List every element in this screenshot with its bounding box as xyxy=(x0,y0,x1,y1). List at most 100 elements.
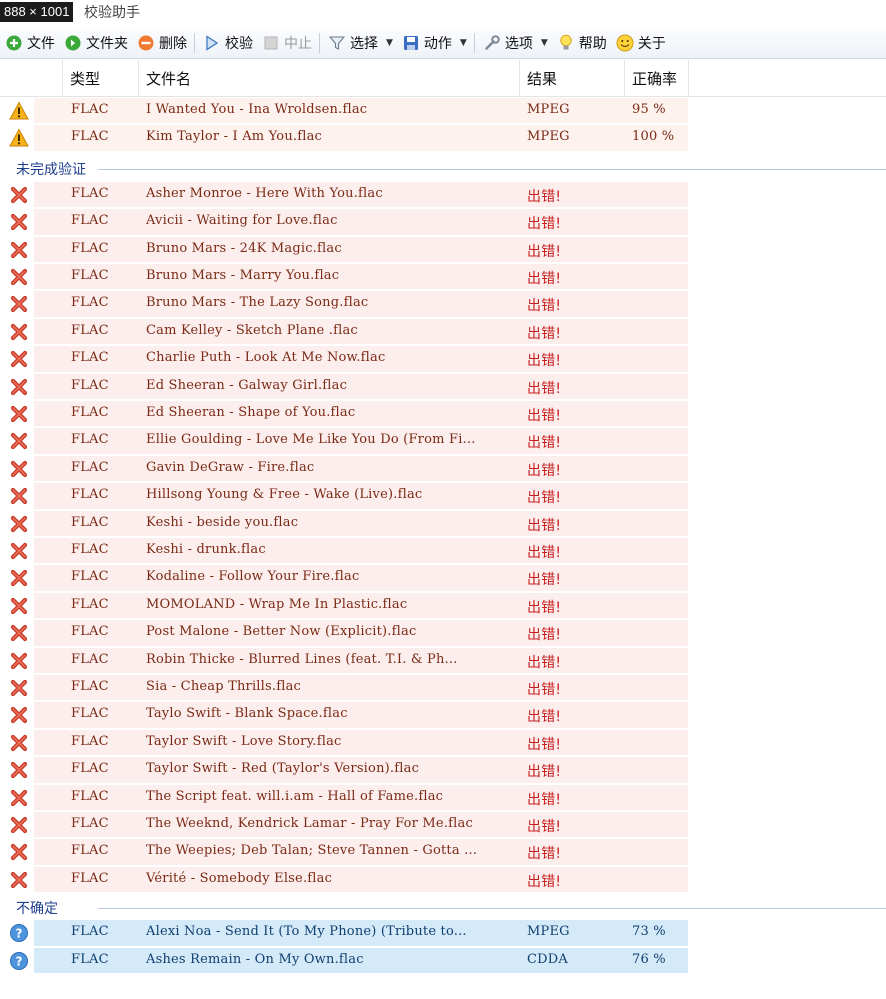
table-row[interactable]: FLAC Taylor Swift - Love Story.flac 出错! xyxy=(0,729,886,756)
row-highlight xyxy=(34,236,688,262)
table-row[interactable]: FLAC Avicii - Waiting for Love.flac 出错! xyxy=(0,208,886,235)
cell-type: FLAC xyxy=(71,569,109,585)
table-row[interactable]: FLAC Kim Taylor - I Am You.flac MPEG 100 % xyxy=(0,124,886,151)
table-row[interactable]: FLAC Taylor Swift - Red (Taylor's Version… xyxy=(0,756,886,783)
group-divider xyxy=(98,168,886,170)
table-row[interactable]: FLAC MOMOLAND - Wrap Me In Plastic.flac 出错… xyxy=(0,592,886,619)
help-button[interactable]: 帮助 xyxy=(553,30,611,56)
table-row[interactable]: FLAC Taylo Swift - Blank Space.flac 出错! xyxy=(0,701,886,728)
table-row[interactable]: FLAC Bruno Mars - 24K Magic.flac 出错! xyxy=(0,236,886,263)
row-highlight xyxy=(34,209,688,235)
about-button[interactable]: 关于 xyxy=(612,30,670,56)
error-x-icon xyxy=(9,240,29,260)
cell-result: MPEG xyxy=(527,102,570,117)
error-x-icon xyxy=(9,185,29,205)
delete-button[interactable]: 删除 xyxy=(133,30,191,56)
table-row[interactable]: FLAC Ellie Goulding - Love Me Like You Do… xyxy=(0,427,886,454)
table-row[interactable]: FLAC Ed Sheeran - Shape of You.flac 出错! xyxy=(0,400,886,427)
row-highlight xyxy=(34,565,688,591)
action-label: 动作 xyxy=(423,36,452,52)
cell-filename: Bruno Mars - Marry You.flac xyxy=(146,268,340,283)
table-row[interactable]: FLAC Sia - Cheap Thrills.flac 出错! xyxy=(0,674,886,701)
cell-filename: MOMOLAND - Wrap Me In Plastic.flac xyxy=(146,596,408,612)
about-label: 关于 xyxy=(637,36,666,52)
cell-type: FLAC xyxy=(71,295,109,311)
table-row[interactable]: FLAC Keshi - beside you.flac 出错! xyxy=(0,510,886,537)
size-badge: 888 × 1001 xyxy=(0,2,74,22)
cell-type: FLAC xyxy=(71,322,109,338)
cell-filename: Charlie Puth - Look At Me Now.flac xyxy=(146,350,386,366)
cell-result: 出错! xyxy=(527,380,562,397)
error-x-icon xyxy=(9,322,29,342)
cell-type: FLAC xyxy=(71,432,109,448)
error-x-icon xyxy=(9,514,29,534)
chevron-down-icon: ▼ xyxy=(540,38,548,48)
table-row[interactable]: FLAC Cam Kelley - Sketch Plane .flac 出错! xyxy=(0,318,886,345)
table-row[interactable]: FLAC Vérité - Somebody Else.flac 出错! xyxy=(0,866,886,893)
table-row[interactable]: ? FLAC Ashes Remain - On My Own.flac CDDA 76… xyxy=(0,947,886,974)
table-row[interactable]: FLAC Kodaline - Follow Your Fire.flac 出错! xyxy=(0,564,886,591)
table-row[interactable]: FLAC Asher Monroe - Here With You.flac 出错! xyxy=(0,181,886,208)
error-x-icon xyxy=(9,294,29,314)
select-dropdown[interactable]: 选择 ▼ xyxy=(324,30,397,56)
svg-text:?: ? xyxy=(16,927,23,941)
table-row[interactable]: FLAC Gavin DeGraw - Fire.flac 出错! xyxy=(0,455,886,482)
folder-button[interactable]: 文件夹 xyxy=(60,30,132,56)
table-row[interactable]: FLAC The Weeknd, Kendrick Lamar - Pray Fo… xyxy=(0,811,886,838)
table-row[interactable]: FLAC The Script feat. will.i.am - Hall of… xyxy=(0,784,886,811)
delete-label: 删除 xyxy=(159,36,187,52)
table-row[interactable]: FLAC Hillsong Young & Free - Wake (Live).… xyxy=(0,482,886,509)
cell-filename: Taylor Swift - Red (Taylor's Version).fl… xyxy=(146,761,420,777)
error-x-icon xyxy=(9,212,29,232)
stop-label: 中止 xyxy=(284,36,312,52)
table-row[interactable]: FLAC The Weepies; Deb Talan; Steve Tannen… xyxy=(0,838,886,865)
column-header-result[interactable]: 结果 xyxy=(527,68,557,89)
header-divider xyxy=(62,60,63,96)
verify-button[interactable]: 校验 xyxy=(199,30,257,56)
row-highlight xyxy=(34,125,688,151)
cell-filename: Bruno Mars - The Lazy Song.flac xyxy=(146,295,369,311)
cell-filename: Ashes Remain - On My Own.flac xyxy=(146,951,364,967)
column-header-type[interactable]: 类型 xyxy=(70,68,100,89)
row-highlight xyxy=(34,264,688,290)
table-row[interactable]: FLAC Keshi - drunk.flac 出错! xyxy=(0,537,886,564)
column-header-filename[interactable]: 文件名 xyxy=(146,68,191,89)
cell-result: 出错! xyxy=(527,271,562,287)
file-label: 文件 xyxy=(27,36,55,52)
cell-filename: Alexi Noa - Send It (To My Phone) (Tribu… xyxy=(146,924,467,940)
column-header-accuracy[interactable]: 正确率 xyxy=(632,68,677,89)
action-dropdown[interactable]: 动作 ▼ xyxy=(398,30,471,56)
cell-type: FLAC xyxy=(71,129,109,145)
stop-button[interactable]: 中止 xyxy=(258,30,316,56)
table-row[interactable]: FLAC Bruno Mars - Marry You.flac 出错! xyxy=(0,263,886,290)
toolbar-separator xyxy=(319,33,320,53)
toolbar-separator xyxy=(194,33,195,53)
table-row[interactable]: FLAC Bruno Mars - The Lazy Song.flac 出错! xyxy=(0,290,886,317)
cell-result: 出错! xyxy=(527,627,562,644)
cell-accuracy: 76 % xyxy=(632,951,666,967)
cell-filename: I Wanted You - Ina Wroldsen.flac xyxy=(146,102,368,117)
app-title: 校验助手 xyxy=(84,5,140,21)
table-row[interactable]: FLAC Robin Thicke - Blurred Lines (feat. … xyxy=(0,647,886,674)
table-row[interactable]: ? FLAC Alexi Noa - Send It (To My Phone) (… xyxy=(0,919,886,946)
cell-type: FLAC xyxy=(71,761,109,777)
cell-filename: Avicii - Waiting for Love.flac xyxy=(146,213,338,229)
table-row[interactable]: FLAC Charlie Puth - Look At Me Now.flac 出错… xyxy=(0,345,886,372)
cell-type: FLAC xyxy=(71,459,109,475)
cell-type: FLAC xyxy=(71,706,109,722)
options-dropdown[interactable]: 选项 ▼ xyxy=(479,30,552,56)
table-row[interactable]: FLAC Post Malone - Better Now (Explicit).… xyxy=(0,619,886,646)
error-x-icon xyxy=(9,842,29,862)
cell-result: CDDA xyxy=(527,951,568,967)
cell-type: FLAC xyxy=(71,843,109,859)
group-header-uncertain[interactable]: 不确定 xyxy=(0,898,886,918)
header-divider xyxy=(138,60,139,96)
error-x-icon xyxy=(9,623,29,643)
group-header-incomplete[interactable]: 未完成验证 xyxy=(0,159,886,179)
table-row[interactable]: FLAC Ed Sheeran - Galway Girl.flac 出错! xyxy=(0,373,886,400)
table-row[interactable]: FLAC I Wanted You - Ina Wroldsen.flac MPEG… xyxy=(0,97,886,124)
cell-result: 出错! xyxy=(527,819,562,835)
error-x-icon xyxy=(9,705,29,725)
svg-text:?: ? xyxy=(16,954,23,968)
file-button[interactable]: 文件 xyxy=(1,30,59,56)
